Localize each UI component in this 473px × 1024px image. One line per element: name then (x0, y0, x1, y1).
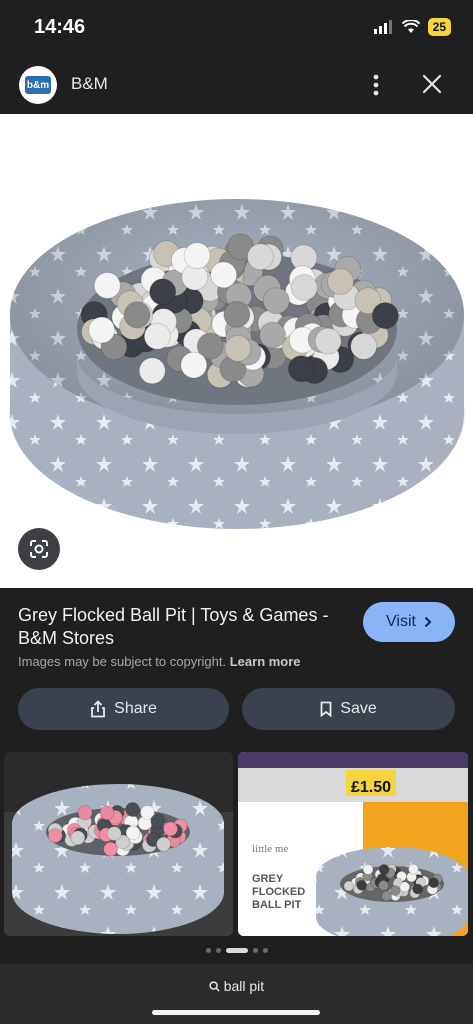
play-ball (378, 863, 390, 875)
play-ball (350, 332, 378, 360)
save-button[interactable]: Save (242, 688, 455, 730)
play-ball (150, 813, 166, 829)
play-ball (149, 278, 177, 306)
wifi-icon (401, 20, 420, 33)
carousel-dot (262, 947, 268, 953)
play-ball (223, 300, 251, 328)
box-label-line-2: FLOCKED (252, 886, 305, 898)
play-ball (246, 243, 274, 271)
ball-pit-box-image: £1.50 little me GREY FLOCKED BALL PIT (238, 752, 468, 936)
cellular-signal-icon (373, 20, 392, 34)
logo-mark: b&m (25, 76, 51, 94)
play-ball (88, 316, 116, 344)
box-label-line-3: BALL PIT (252, 899, 302, 911)
play-ball (180, 351, 208, 379)
more-vert-icon[interactable] (366, 72, 386, 98)
visit-button[interactable]: Visit (363, 602, 455, 642)
home-indicator (152, 1010, 320, 1015)
learn-more-link[interactable]: Learn more (230, 654, 301, 669)
carousel-dot (215, 947, 221, 953)
play-ball (183, 242, 211, 270)
play-ball (47, 828, 63, 844)
result-title[interactable]: Grey Flocked Ball Pit | Toys & Games - B… (18, 604, 348, 650)
play-ball (99, 805, 115, 821)
main-image[interactable] (0, 114, 473, 588)
play-ball (428, 877, 440, 889)
play-ball (143, 322, 171, 350)
battery-indicator: 25 (427, 18, 451, 36)
bookmark-icon (320, 701, 332, 717)
play-ball (327, 268, 355, 296)
play-ball (262, 287, 290, 315)
play-ball (389, 885, 401, 897)
search-icon (209, 981, 220, 992)
play-ball (356, 879, 368, 891)
share-label: Share (114, 700, 157, 717)
play-ball (362, 863, 374, 875)
price-tag: £1.50 (351, 779, 391, 796)
chevron-right-icon (424, 616, 432, 628)
save-label: Save (340, 700, 377, 717)
search-bar[interactable]: ball pit (0, 964, 473, 1024)
lens-icon (30, 540, 48, 558)
site-name: B&M (71, 74, 108, 93)
status-time: 14:46 (34, 16, 86, 38)
play-ball (371, 302, 399, 330)
play-ball (224, 334, 252, 362)
result-info: Grey Flocked Ball Pit | Toys & Games - B… (0, 588, 473, 750)
carousel-dot (205, 947, 211, 953)
play-ball (287, 355, 315, 383)
play-ball (290, 273, 318, 301)
status-icons: 25 (373, 18, 451, 36)
box-label-line-1: GREY (252, 873, 284, 885)
google-lens-button[interactable] (18, 528, 60, 570)
visit-label: Visit (386, 613, 416, 630)
play-ball (314, 327, 342, 355)
copyright-notice: Images may be subject to copyright. Lear… (18, 654, 301, 669)
play-ball (93, 271, 121, 299)
play-ball (106, 826, 122, 842)
play-ball (399, 881, 411, 893)
app-bar: b&m B&M (0, 56, 473, 114)
status-bar: 14:46 25 (0, 0, 473, 56)
play-ball (156, 836, 172, 852)
play-ball (125, 802, 141, 818)
ball-pit-pink-image (4, 752, 233, 934)
play-ball (343, 880, 355, 892)
play-ball (378, 879, 390, 891)
play-ball (259, 321, 287, 349)
play-ball (162, 821, 178, 837)
related-image-thumbnail[interactable] (4, 752, 233, 936)
play-ball (138, 357, 166, 385)
share-button[interactable]: Share (18, 688, 229, 730)
play-ball (123, 301, 151, 329)
search-query-text: ball pit (223, 978, 265, 994)
play-ball (125, 825, 141, 841)
play-ball (70, 830, 86, 846)
search-query[interactable]: ball pit (0, 978, 473, 994)
play-ball (77, 805, 93, 821)
play-ball (210, 261, 238, 289)
close-icon[interactable] (420, 72, 444, 96)
related-image-thumbnail[interactable]: £1.50 little me GREY FLOCKED BALL PIT (238, 752, 468, 936)
play-ball (412, 883, 424, 895)
site-logo: b&m (19, 66, 57, 104)
box-brand: little me (252, 843, 288, 855)
carousel-indicator (0, 940, 473, 960)
copyright-text: Images may be subject to copyright. (18, 654, 227, 669)
carousel-dot-active (225, 947, 248, 953)
ball-pit-image (9, 199, 465, 529)
share-icon (91, 700, 106, 718)
play-ball (407, 863, 419, 875)
carousel-dot (252, 947, 258, 953)
